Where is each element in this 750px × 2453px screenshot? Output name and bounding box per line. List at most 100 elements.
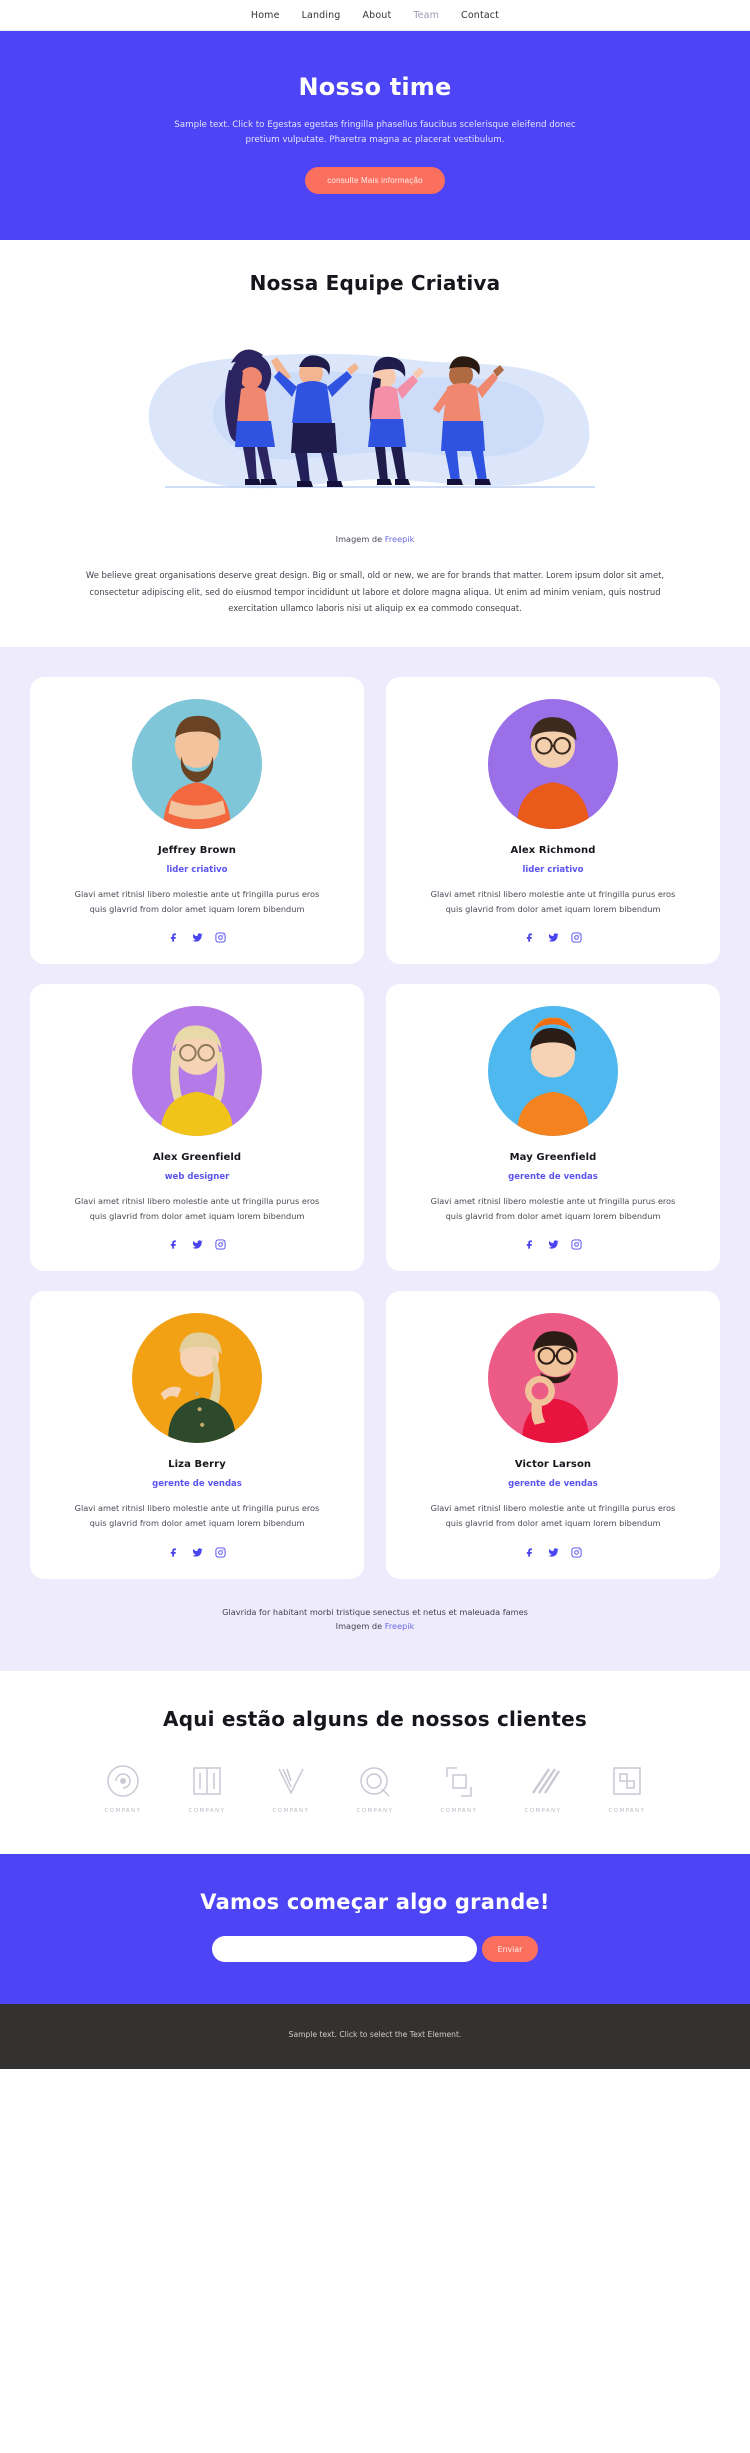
subscribe-form: Enviar (0, 1936, 750, 1963)
member-description: Glavi amet ritnisl libero molestie ante … (430, 1503, 676, 1529)
submit-button[interactable]: Enviar (481, 1936, 539, 1963)
member-name: May Greenfield (509, 1151, 597, 1163)
member-socials (404, 928, 702, 947)
team-section: Jeffrey Brown lider criativo Glavi amet … (0, 646, 750, 1672)
avatar (488, 1313, 618, 1444)
facebook-icon[interactable] (525, 928, 536, 947)
instagram-icon[interactable] (214, 928, 226, 947)
team-member-card[interactable]: May Greenfield gerente de vendas Glavi a… (386, 983, 720, 1272)
instagram-icon[interactable] (214, 1543, 226, 1562)
logo-circle-ring-icon (360, 1767, 390, 1797)
member-description: Glavi amet ritnisl libero molestie ante … (74, 1503, 320, 1529)
team-illustration (148, 349, 595, 489)
client-logo-item[interactable]: COMPANY (596, 1763, 658, 1814)
member-description: Glavi amet ritnisl libero molestie ante … (74, 1195, 320, 1222)
image-credit: Imagem de Freepik (0, 534, 750, 544)
instagram-icon[interactable] (570, 1543, 582, 1562)
member-socials (404, 1235, 702, 1254)
facebook-icon[interactable] (169, 928, 180, 947)
member-name: Victor Larson (514, 1459, 592, 1471)
twitter-icon[interactable] (191, 1235, 203, 1254)
twitter-icon[interactable] (547, 1235, 559, 1254)
client-logo-item[interactable]: COMPANY (428, 1763, 490, 1814)
member-socials (48, 1235, 346, 1254)
client-logo-item[interactable]: COMPANY (260, 1763, 322, 1814)
footer-text: Sample text. Click to select the Text El… (288, 2030, 462, 2040)
member-description: Glavi amet ritnisl libero molestie ante … (430, 1195, 676, 1222)
twitter-icon[interactable] (191, 928, 203, 947)
team-grid: Jeffrey Brown lider criativo Glavi amet … (30, 676, 720, 1579)
team-member-card[interactable]: Liza Berry gerente de vendas Glavi amet … (30, 1291, 364, 1579)
nav-item-about[interactable]: About (362, 10, 391, 21)
member-socials (48, 928, 346, 947)
team-member-card[interactable]: Alex Greenfield web designer Glavi amet … (30, 983, 364, 1272)
client-logo-caption: COMPANY (524, 1808, 562, 1815)
facebook-icon[interactable] (525, 1543, 536, 1562)
avatar (132, 1005, 262, 1136)
logo-circle-swirl-icon (107, 1765, 139, 1798)
team-credit-prefix: Imagem de (335, 1620, 385, 1631)
client-logo-caption: COMPANY (356, 1808, 394, 1815)
client-logo-item[interactable]: COMPANY (176, 1763, 238, 1814)
team-credit-link[interactable]: Freepik (385, 1621, 415, 1631)
member-role: gerente de vendas (508, 1171, 598, 1182)
clients-section: Aqui estão alguns de nossos clientes COM… (0, 1671, 750, 1855)
member-role: lider criativo (166, 864, 228, 875)
member-role: gerente de vendas (508, 1479, 598, 1490)
client-logo-caption: COMPANY (608, 1808, 646, 1815)
client-logo-item[interactable]: COMPANY (344, 1763, 406, 1814)
instagram-icon[interactable] (570, 928, 582, 947)
avatar (488, 698, 618, 829)
creative-heading: Nossa Equipe Criativa (249, 271, 501, 296)
team-footer-line: Glavrida for habitant morbi tristique se… (222, 1606, 528, 1617)
clients-heading: Aqui estão alguns de nossos clientes (163, 1707, 587, 1732)
team-illustration-wrap (95, 315, 655, 520)
nav-item-home[interactable]: Home (251, 10, 280, 21)
image-credit-link[interactable]: Freepik (385, 534, 415, 544)
member-role: web designer (164, 1171, 230, 1182)
twitter-icon[interactable] (191, 1543, 203, 1562)
facebook-icon[interactable] (525, 1235, 536, 1254)
client-logo-caption: COMPANY (440, 1808, 478, 1815)
image-credit-prefix: Imagem de (335, 534, 385, 545)
team-member-card[interactable]: Victor Larson gerente de vendas Glavi am… (386, 1291, 720, 1579)
nav-item-contact[interactable]: Contact (461, 10, 499, 21)
cta-heading: Vamos começar algo grande! (200, 1890, 550, 1915)
email-input[interactable] (211, 1936, 477, 1963)
twitter-icon[interactable] (547, 1543, 559, 1562)
creative-lead-paragraph: We believe great organisations deserve g… (85, 570, 665, 614)
client-logo-caption: COMPANY (104, 1808, 142, 1815)
nav-item-team[interactable]: Team (413, 10, 439, 21)
team-member-card[interactable]: Alex Richmond lider criativo Glavi amet … (386, 676, 720, 964)
hero-paragraph: Sample text. Click to Egestas egestas fr… (174, 120, 576, 146)
logo-wave-lines-icon (278, 1768, 304, 1796)
page-footer: Sample text. Click to select the Text El… (0, 2004, 750, 2070)
instagram-icon[interactable] (214, 1235, 226, 1254)
logo-diagonal-stripes-icon (532, 1768, 561, 1794)
member-role: gerente de vendas (152, 1479, 242, 1490)
member-name: Liza Berry (168, 1459, 226, 1471)
subscribe-cta-section: Vamos começar algo grande! Enviar (0, 1854, 750, 2005)
logo-nested-squares-icon (613, 1767, 641, 1796)
hero-section: Nosso time Sample text. Click to Egestas… (0, 31, 750, 241)
member-name: Alex Richmond (510, 844, 596, 856)
facebook-icon[interactable] (169, 1235, 180, 1254)
clients-logo-row: COMPANY COMPANY COMPANY COMPANY COMPANY (0, 1763, 750, 1814)
client-logo-item[interactable]: COMPANY (512, 1763, 574, 1814)
landing-page: Home Landing About Team Contact Nosso ti… (0, 0, 750, 2070)
twitter-icon[interactable] (547, 928, 559, 947)
member-name: Alex Greenfield (152, 1151, 242, 1163)
team-member-card[interactable]: Jeffrey Brown lider criativo Glavi amet … (30, 676, 364, 964)
client-logo-item[interactable]: COMPANY (92, 1763, 154, 1814)
hero-cta-button[interactable]: consulte Mais informação (305, 167, 445, 195)
instagram-icon[interactable] (570, 1235, 582, 1254)
nav-item-landing[interactable]: Landing (302, 10, 341, 21)
avatar (132, 698, 262, 829)
hero-title: Nosso time (298, 73, 452, 101)
member-role: lider criativo (522, 864, 584, 875)
member-description: Glavi amet ritnisl libero molestie ante … (74, 888, 320, 914)
facebook-icon[interactable] (169, 1543, 180, 1562)
member-socials (404, 1543, 702, 1562)
team-footer-credit: Imagem de Freepik (0, 1619, 750, 1633)
member-name: Jeffrey Brown (158, 844, 236, 856)
